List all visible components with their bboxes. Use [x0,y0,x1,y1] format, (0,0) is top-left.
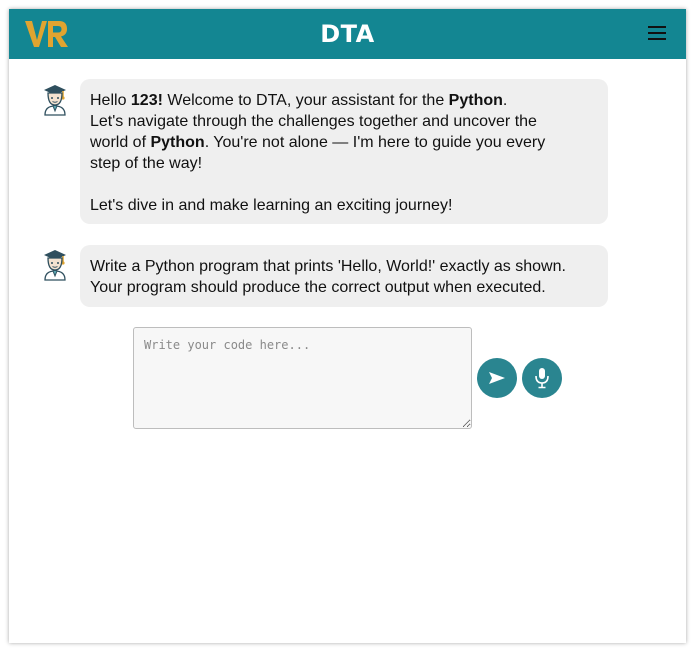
message-line: Let's dive in and make learning an excit… [90,197,453,214]
message-line: Let's navigate through the challenges to… [90,113,537,130]
graduate-student-icon [44,85,66,116]
message-line: Your program should produce the correct … [90,279,546,296]
vr-logo [25,21,68,47]
microphone-icon [535,368,549,389]
assistant-message: Write a Python program that prints 'Hell… [80,245,608,307]
message-line: step of the way! [90,155,203,172]
app-window: DTA Hello 123! Welcome to DTA, your assi… [9,9,686,643]
header-bar: DTA [9,9,686,59]
app-title: DTA [320,20,375,48]
code-input[interactable] [133,327,472,429]
message-line: Hello 123! Welcome to DTA, your assistan… [90,92,508,109]
send-button[interactable] [477,358,517,398]
graduate-student-icon [44,250,66,281]
hamburger-menu-icon[interactable] [648,26,666,42]
assistant-message: Hello 123! Welcome to DTA, your assistan… [80,79,608,224]
send-arrow-icon [489,372,505,384]
message-line: world of Python. You're not alone — I'm … [90,134,546,151]
microphone-button[interactable] [522,358,562,398]
message-line: Write a Python program that prints 'Hell… [90,258,566,275]
